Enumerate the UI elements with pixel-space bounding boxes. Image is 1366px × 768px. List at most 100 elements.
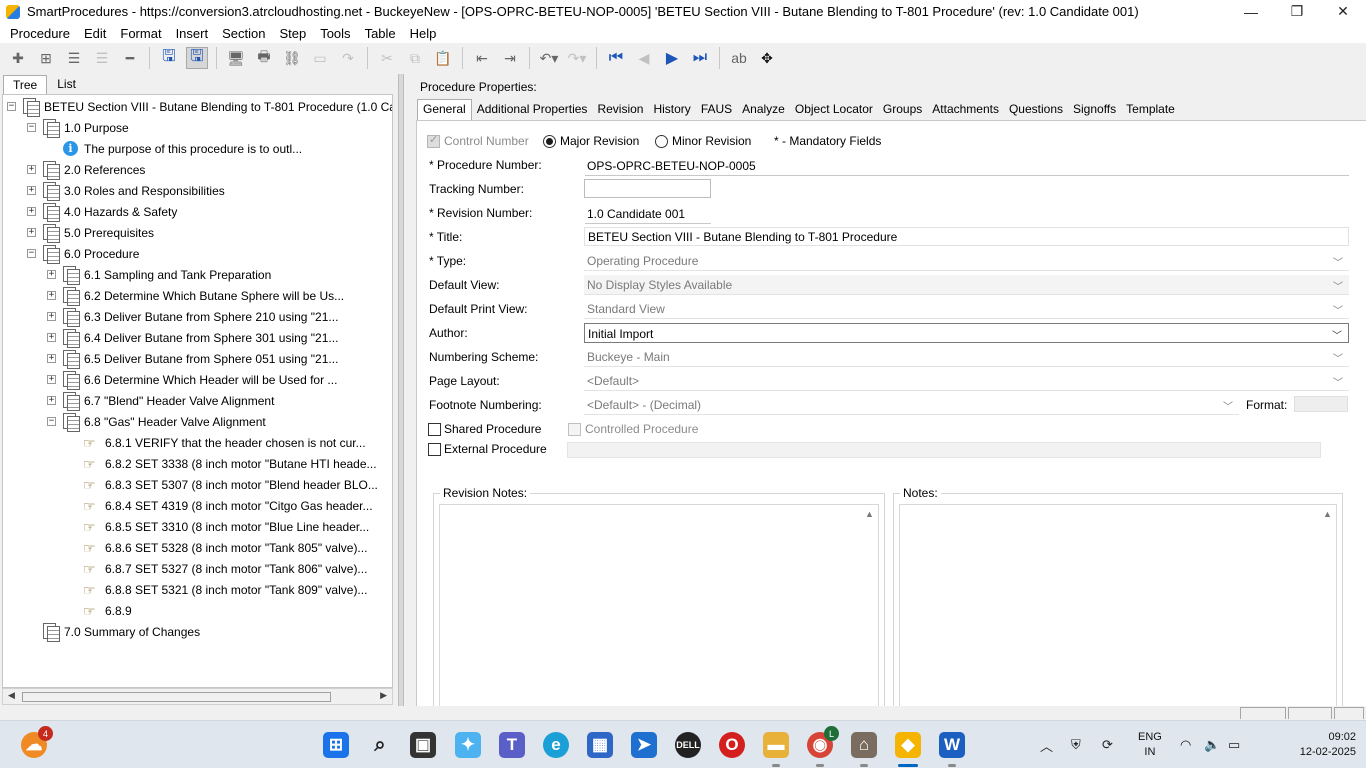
- revision-notes-scrollbar[interactable]: ▲: [861, 505, 878, 708]
- expand-icon[interactable]: +: [47, 270, 56, 279]
- footnote-numbering-dropdown[interactable]: <Default> - (Decimal) ﹀: [584, 395, 1239, 415]
- expand-icon[interactable]: +: [47, 396, 56, 405]
- tab-history[interactable]: History: [648, 99, 695, 120]
- list-icon[interactable]: ☰: [63, 47, 85, 69]
- weather-icon[interactable]: ☁ 4: [21, 726, 53, 758]
- tree-node[interactable]: − 6.0 Procedure: [27, 243, 139, 264]
- tab-faus[interactable]: FAUS: [696, 99, 737, 120]
- expand-icon[interactable]: +: [47, 312, 56, 321]
- menu-procedure[interactable]: Procedure: [3, 26, 77, 41]
- redo-arrow-icon[interactable]: ↷: [337, 47, 359, 69]
- collapse-icon[interactable]: −: [27, 123, 36, 132]
- spellcheck-icon[interactable]: ab: [728, 47, 750, 69]
- notes-scrollbar[interactable]: ▲: [1319, 505, 1336, 708]
- link-icon[interactable]: ⛓: [281, 47, 303, 69]
- teams-icon[interactable]: T: [499, 732, 525, 758]
- redo-icon[interactable]: ↷▾: [566, 47, 588, 69]
- image-icon[interactable]: ▭: [309, 47, 331, 69]
- show-hidden-icons-icon[interactable]: ︿: [1040, 721, 1053, 768]
- monitor-icon[interactable]: 🖥: [225, 47, 247, 69]
- control-number-checkbox[interactable]: [427, 133, 440, 148]
- sync-icon[interactable]: ⟳: [1102, 721, 1113, 768]
- copilot-icon[interactable]: ✦: [455, 732, 481, 758]
- tree-node[interactable]: +6.4 Deliver Butane from Sphere 301 usin…: [47, 327, 338, 348]
- power-automate-icon[interactable]: ➤: [631, 732, 657, 758]
- smartprocedures-icon[interactable]: ◆: [895, 732, 921, 767]
- tree-node[interactable]: ☞ 6.8.7 SET 5327 (8 inch motor "Tank 806"…: [67, 558, 367, 579]
- tracking-number-input[interactable]: [584, 179, 711, 198]
- add-subitem-icon[interactable]: ⊞: [35, 47, 57, 69]
- external-procedure-field[interactable]: [567, 442, 1321, 458]
- scroll-up-icon[interactable]: ▲: [865, 509, 874, 519]
- tree-horizontal-scrollbar[interactable]: ◀ ▶: [2, 688, 393, 705]
- tree-node[interactable]: − 6.8 "Gas" Header Valve Alignment: [47, 411, 266, 432]
- menu-table[interactable]: Table: [358, 26, 403, 41]
- tree-node[interactable]: +6.7 "Blend" Header Valve Alignment: [47, 390, 274, 411]
- tree-node[interactable]: − BETEU Section VIII - Butane Blending to…: [7, 96, 392, 117]
- remote-desktop-icon[interactable]: ⌂: [851, 732, 877, 767]
- task-view-icon[interactable]: ▣: [410, 732, 436, 758]
- menu-help[interactable]: Help: [403, 26, 444, 41]
- tree-node[interactable]: +6.1 Sampling and Tank Preparation: [47, 264, 271, 285]
- default-view-dropdown[interactable]: No Display Styles Available ﹀: [584, 275, 1349, 295]
- revision-notes-textarea[interactable]: ▲: [439, 504, 879, 708]
- save-icon[interactable]: 🖫: [186, 47, 208, 69]
- tree-node[interactable]: ☞ 6.8.8 SET 5321 (8 inch motor "Tank 809"…: [67, 579, 367, 600]
- major-revision-radio[interactable]: [543, 135, 556, 148]
- wifi-icon[interactable]: ◠: [1180, 721, 1191, 768]
- expand-icon[interactable]: +: [27, 207, 36, 216]
- remove-icon[interactable]: ━: [119, 47, 141, 69]
- paste-icon[interactable]: 📋: [432, 47, 454, 69]
- external-procedure-checkbox[interactable]: [428, 443, 441, 456]
- tab-questions[interactable]: Questions: [1004, 99, 1068, 120]
- tree-node[interactable]: +6.3 Deliver Butane from Sphere 210 usin…: [47, 306, 338, 327]
- menu-step[interactable]: Step: [272, 26, 313, 41]
- expand-icon[interactable]: +: [27, 228, 36, 237]
- tree-node[interactable]: +6.5 Deliver Butane from Sphere 051 usin…: [47, 348, 338, 369]
- type-dropdown[interactable]: Operating Procedure ﹀: [584, 251, 1349, 271]
- minor-revision-radio[interactable]: [655, 135, 668, 148]
- security-icon[interactable]: ⛨: [1071, 721, 1081, 768]
- scrollbar-thumb[interactable]: [22, 692, 331, 702]
- edge-icon[interactable]: e: [543, 732, 569, 758]
- scroll-left-icon[interactable]: ◀: [8, 690, 15, 701]
- tree-node[interactable]: − 1.0 Purpose: [27, 117, 129, 138]
- language-indicator[interactable]: ENG IN: [1138, 730, 1162, 760]
- minimize-button[interactable]: —: [1228, 0, 1274, 23]
- tree-node[interactable]: ☞ 6.8.9: [67, 600, 132, 621]
- panel-splitter[interactable]: [398, 74, 404, 706]
- expand-icon[interactable]: +: [47, 291, 56, 300]
- title-input[interactable]: BETEU Section VIII - Butane Blending to …: [584, 227, 1349, 246]
- tab-template[interactable]: Template: [1121, 99, 1180, 120]
- tree-node[interactable]: +5.0 Prerequisites: [27, 222, 154, 243]
- print-icon[interactable]: 🖶: [253, 47, 275, 69]
- tree-node[interactable]: i The purpose of this procedure is to out…: [47, 138, 302, 159]
- menu-section[interactable]: Section: [215, 26, 272, 41]
- expand-icon[interactable]: +: [27, 186, 36, 195]
- last-icon[interactable]: ⏭: [689, 47, 711, 69]
- tree-node[interactable]: +2.0 References: [27, 159, 145, 180]
- copy-icon[interactable]: ⧉: [404, 47, 426, 69]
- author-dropdown[interactable]: Initial Import ﹀: [584, 323, 1349, 343]
- next-icon[interactable]: ▶: [661, 47, 683, 69]
- tree-node[interactable]: +3.0 Roles and Responsibilities: [27, 180, 225, 201]
- save-all-icon[interactable]: 🖫: [158, 47, 180, 69]
- restore-button[interactable]: ❐: [1274, 0, 1320, 23]
- word-icon[interactable]: W: [939, 732, 965, 767]
- tree-node[interactable]: ☞ 6.8.4 SET 4319 (8 inch motor "Citgo Gas…: [67, 495, 373, 516]
- menu-insert[interactable]: Insert: [169, 26, 216, 41]
- tree-node[interactable]: +6.2 Determine Which Butane Sphere will …: [47, 285, 344, 306]
- menu-tools[interactable]: Tools: [313, 26, 357, 41]
- clock[interactable]: 09:02 12-02-2025: [1300, 730, 1356, 760]
- collapse-icon[interactable]: −: [27, 249, 36, 258]
- first-icon[interactable]: ⏮: [605, 47, 627, 69]
- battery-icon[interactable]: ▭: [1228, 721, 1240, 768]
- tab-signoffs[interactable]: Signoffs: [1068, 99, 1121, 120]
- menu-edit[interactable]: Edit: [77, 26, 113, 41]
- tree-node[interactable]: +4.0 Hazards & Safety: [27, 201, 177, 222]
- tree-node[interactable]: 7.0 Summary of Changes: [27, 621, 200, 642]
- tree-node[interactable]: ☞ 6.8.2 SET 3338 (8 inch motor "Butane HT…: [67, 453, 377, 474]
- scroll-right-icon[interactable]: ▶: [380, 690, 387, 701]
- expand-icon[interactable]: +: [27, 165, 36, 174]
- opera-icon[interactable]: O: [719, 732, 745, 758]
